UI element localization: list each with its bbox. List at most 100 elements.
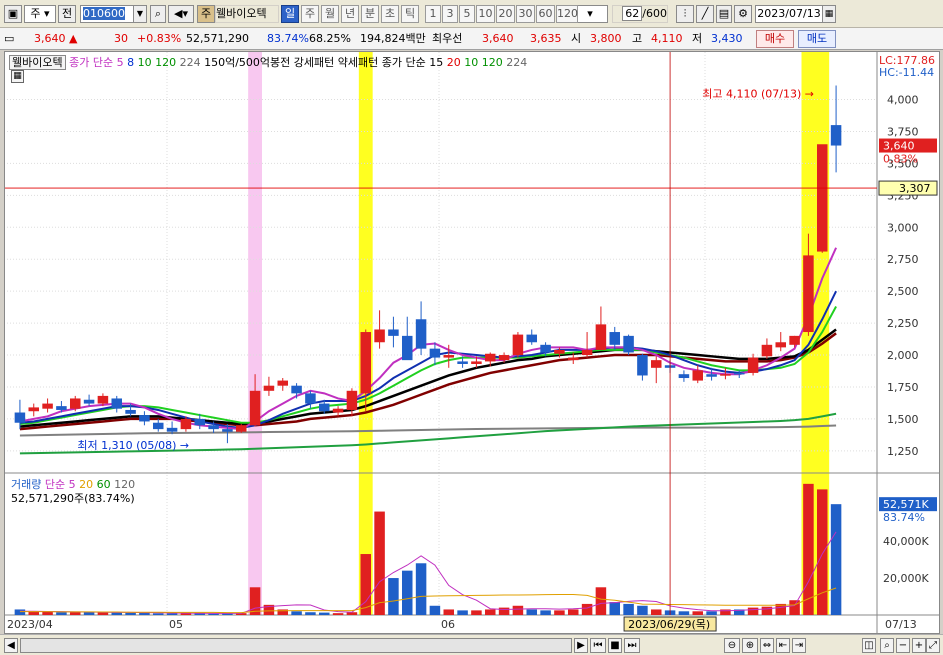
candle-body: [415, 319, 427, 349]
interval-button-20[interactable]: 20: [496, 5, 515, 23]
candle-body: [498, 355, 510, 361]
volume-bar: [581, 603, 593, 615]
candle-body: [332, 408, 344, 413]
volume-bar: [595, 587, 607, 615]
settings-gear-icon[interactable]: ⚙: [734, 5, 752, 23]
volume-current: 52,571,290주(83.74%): [11, 492, 135, 505]
period-tab-0[interactable]: 일: [281, 5, 299, 23]
zoom-out-icon[interactable]: ⊖: [724, 638, 740, 653]
split-icon[interactable]: ◫: [862, 638, 876, 653]
sell-button[interactable]: 매도: [798, 30, 836, 48]
volume-bar: [318, 612, 330, 615]
save-icon[interactable]: ▤: [716, 5, 732, 23]
interval-button-5[interactable]: 5: [459, 5, 475, 23]
interval-button-30[interactable]: 30: [516, 5, 535, 23]
volume-tag-value: 52,571K: [883, 498, 929, 511]
plus-icon[interactable]: +: [912, 638, 926, 653]
period-tab-1[interactable]: 주: [301, 5, 319, 23]
volume-bar: [56, 612, 67, 615]
candle-body: [374, 329, 385, 343]
candle-body: [512, 334, 524, 356]
candle-body: [526, 334, 538, 343]
volume-bar: [457, 610, 468, 615]
x-tick-label: 07/13: [885, 618, 917, 631]
restore-icon[interactable]: ⤢: [926, 638, 940, 653]
candle-body: [166, 427, 178, 432]
candle-body: [816, 144, 828, 252]
interval-button-1[interactable]: 1: [425, 5, 441, 23]
buy-button[interactable]: 매수: [756, 30, 794, 48]
volume-bar: [83, 612, 95, 615]
price-change-pct: +0.83%: [137, 32, 182, 45]
period-tab-6[interactable]: 틱: [401, 5, 419, 23]
legend-ma8: 8: [127, 56, 135, 69]
candle-body: [747, 357, 759, 373]
volume-bar: [761, 606, 773, 615]
ask-price: 3,640: [482, 32, 514, 45]
zoom-magnify-icon[interactable]: ⌕: [880, 638, 894, 653]
interval-button-120[interactable]: 120: [556, 5, 578, 23]
volume-bar: [415, 563, 427, 615]
legend-pattern: 150억/500억봉전: [204, 56, 291, 69]
period-tab-3[interactable]: 년: [341, 5, 359, 23]
grid-toggle-icon[interactable]: ▦: [11, 70, 24, 83]
interval-button-10[interactable]: 10: [476, 5, 495, 23]
candle-body: [208, 425, 219, 430]
candle-body: [401, 335, 413, 361]
candle-body: [152, 422, 164, 430]
candle-body: [235, 425, 247, 432]
market-select[interactable]: 주 ▾: [24, 5, 56, 23]
stock-chart[interactable]: 4,0003,7503,5003,2503,0002,7502,5002,250…: [5, 52, 939, 633]
fit-icon[interactable]: ⇔: [760, 638, 774, 653]
stop-icon[interactable]: ■: [608, 638, 622, 653]
candle-body: [650, 360, 662, 368]
window-menu-icon[interactable]: ▣: [4, 5, 22, 23]
search-icon[interactable]: ⌕: [150, 5, 166, 23]
volume-bar: [789, 600, 800, 615]
candle-type-icon[interactable]: ⫶: [676, 5, 694, 23]
volume-bar: [208, 613, 219, 615]
scroll-track[interactable]: [20, 638, 572, 653]
y-tick-label: 3,000: [887, 221, 919, 234]
candle-body: [678, 374, 690, 379]
collapse-icon[interactable]: ⇤: [776, 638, 790, 653]
zoom-in-icon[interactable]: ⊕: [742, 638, 758, 653]
rewind-icon[interactable]: ⏮: [590, 638, 606, 653]
scroll-left-icon[interactable]: ◀: [4, 638, 18, 653]
date-input[interactable]: 2023/07/13: [755, 5, 823, 23]
interval-button-60[interactable]: 60: [536, 5, 555, 23]
chart-scrollbar[interactable]: ◀ ▶ ⏮ ■ ⏭ ⊖ ⊕ ⇔ ⇤ ⇥ ◫ ⌕ − + ⤢: [0, 634, 943, 655]
expand-icon[interactable]: ⇥: [792, 638, 806, 653]
code-dropdown-icon[interactable]: ▼: [133, 5, 147, 23]
volume: 52,571,290: [186, 32, 249, 45]
volume-bar: [498, 607, 510, 615]
interval-button-3[interactable]: 3: [442, 5, 458, 23]
legend-stock-name: 웰바이오텍: [9, 55, 66, 70]
volume-bar: [471, 610, 482, 615]
candle-body: [775, 342, 787, 348]
volume-bar: [305, 612, 316, 615]
legend-strong: 강세패턴: [293, 56, 335, 69]
line-draw-icon[interactable]: ╱: [696, 5, 714, 23]
market-label: 주: [30, 7, 41, 20]
ma-line-ma224: [19, 424, 837, 437]
count-total: /600: [642, 7, 667, 20]
highlight-band-pink: [248, 52, 262, 615]
fast-forward-icon[interactable]: ⏭: [624, 638, 640, 653]
period-tab-5[interactable]: 초: [381, 5, 399, 23]
period-tab-2[interactable]: 월: [321, 5, 339, 23]
candle-body: [194, 418, 206, 426]
period-tab-4[interactable]: 분: [361, 5, 379, 23]
speaker-icon[interactable]: ◀▾: [168, 5, 194, 23]
volume-ma5-line: [19, 531, 837, 614]
mode-button[interactable]: 전: [58, 5, 76, 23]
scroll-right-icon[interactable]: ▶: [574, 638, 588, 653]
candle-body: [69, 398, 81, 409]
candle-body: [554, 349, 565, 354]
minus-icon[interactable]: −: [896, 638, 910, 653]
calendar-icon[interactable]: ▦: [822, 5, 836, 23]
legend-ma2-224: 224: [506, 56, 528, 69]
candle-body: [830, 125, 842, 146]
ma-line-ma20: [19, 332, 837, 431]
chart-panel[interactable]: 4,000 3,750 3,500 3,250 3,000 2,750 2,500 2,250…: [4, 51, 940, 634]
